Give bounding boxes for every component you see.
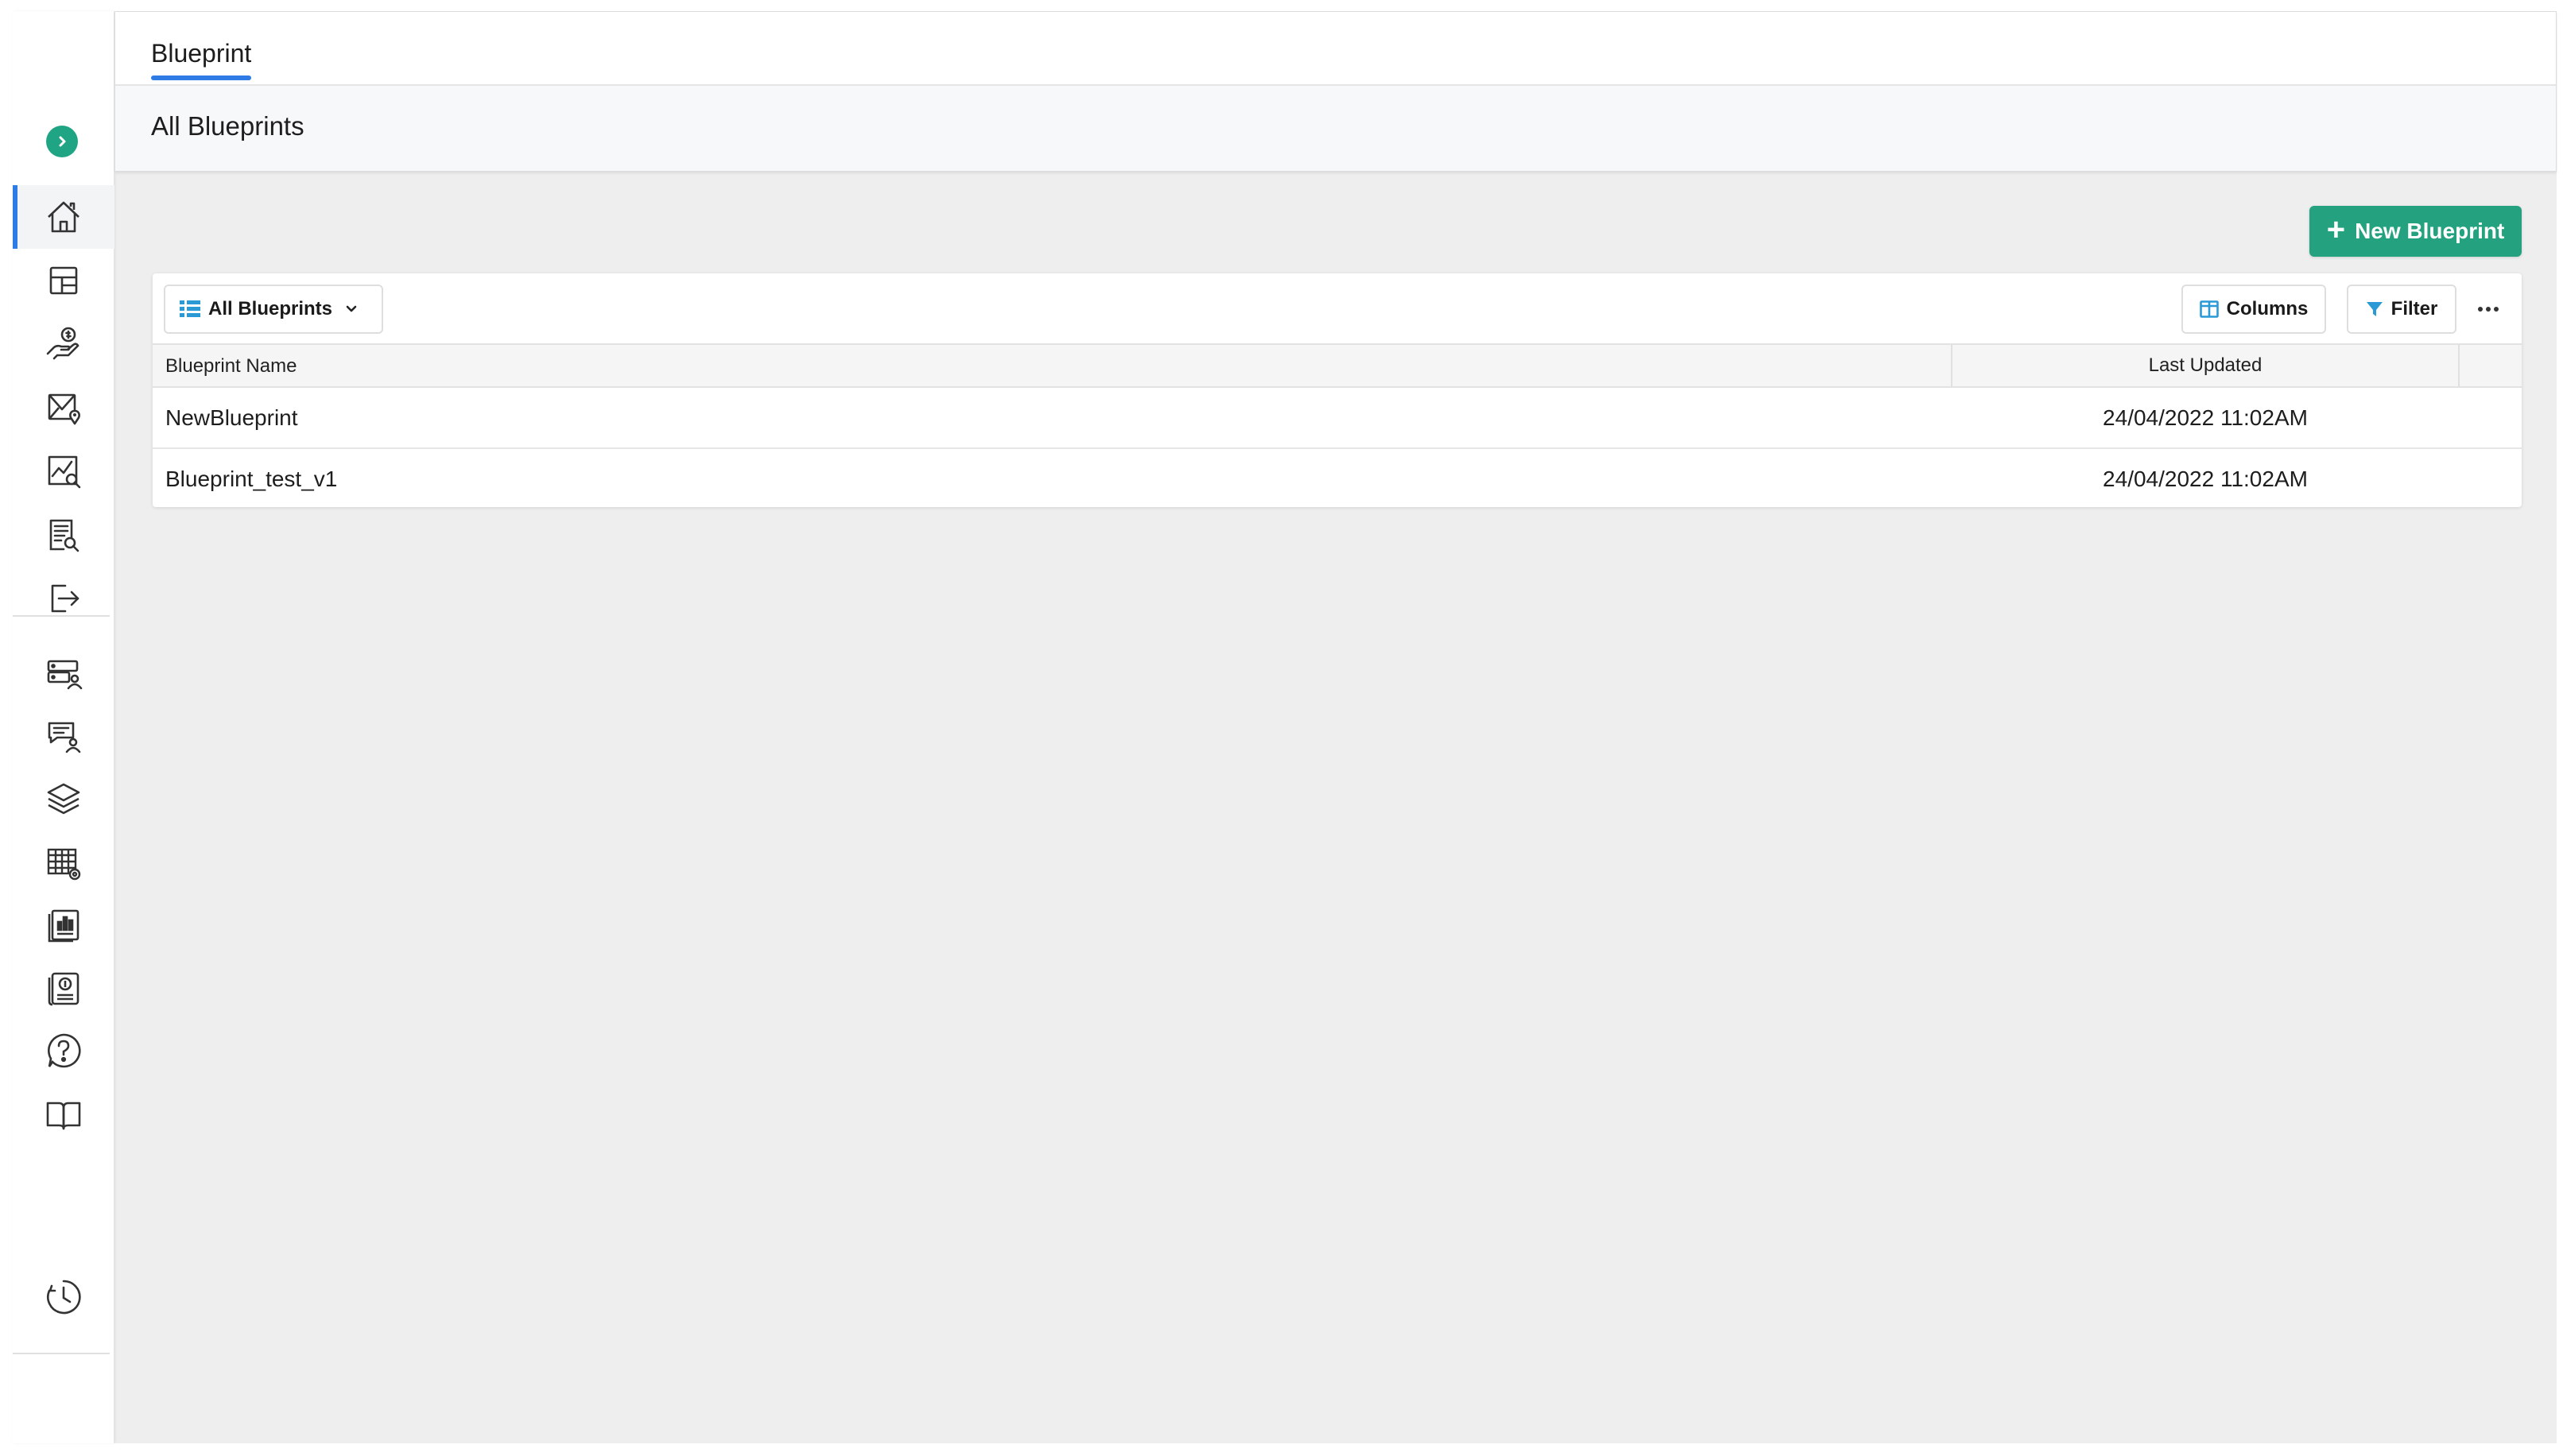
blueprint-name[interactable]: NewBlueprint [165,405,298,431]
sidebar-item-payments[interactable] [13,312,114,376]
sidebar-divider [13,1353,110,1354]
expand-sidebar-button[interactable] [46,126,78,157]
tab-bar: Blueprint [115,12,2556,86]
sidebar-item-documents[interactable] [13,503,114,567]
table-row[interactable]: NewBlueprint 24/04/2022 11:02AM [153,388,2522,447]
table-header: Blueprint Name Last Updated [153,345,2522,388]
column-header-name[interactable]: Blueprint Name [165,355,297,378]
sidebar-item-servers[interactable] [13,642,114,706]
table-row[interactable]: Blueprint_test_v1 24/04/2022 11:02AM [153,447,2522,507]
last-updated: 24/04/2022 11:02AM [2103,405,2308,430]
new-blueprint-button[interactable]: + New Blueprint [2309,206,2522,257]
sidebar-item-help[interactable] [13,1019,114,1082]
clock-icon [47,1280,81,1315]
report-chart-icon [48,909,79,943]
home-icon [48,201,79,233]
layers-icon [47,783,80,815]
columns-label: Columns [2226,298,2309,319]
help-icon [48,1033,81,1068]
plus-icon: + [2326,212,2346,247]
filter-icon [2366,302,2383,316]
table-toolbar: All Blueprints Columns Filter [153,273,2522,345]
document-search-icon [49,519,79,552]
page-header: Blueprint All Blueprints [115,11,2557,172]
columns-icon [2199,300,2219,318]
view-selector-label: All Blueprints [208,298,333,319]
chart-search-icon [48,455,81,489]
column-header-updated[interactable]: Last Updated [1951,345,2460,386]
sidebar-item-mail[interactable] [13,376,114,440]
layout-icon [49,266,78,295]
columns-button[interactable]: Columns [2181,285,2326,334]
table-settings-icon [47,848,81,881]
open-book-icon [46,1102,81,1130]
app-window: Blueprint All Blueprints + New Blueprint… [13,11,2557,1443]
sidebar-item-analytics[interactable] [13,440,114,503]
logout-icon [51,584,79,613]
blueprints-table-card: All Blueprints Columns Filter Blueprint … [153,273,2522,507]
tab-blueprint[interactable]: Blueprint [151,39,252,80]
view-selector[interactable]: All Blueprints [164,285,383,334]
sidebar-item-reports[interactable] [13,893,114,957]
mail-location-icon [48,393,80,425]
chevron-down-icon [346,305,357,312]
sidebar-item-layout[interactable] [13,249,114,312]
sidebar-item-chat[interactable] [13,704,114,768]
sidebar-item-history[interactable] [13,1265,114,1329]
new-blueprint-label: New Blueprint [2355,219,2505,243]
filter-button[interactable]: Filter [2347,285,2456,334]
sidebar-item-finance[interactable] [13,957,114,1020]
chevron-right-icon [59,136,66,147]
sidebar-item-home[interactable] [13,185,114,249]
more-horizontal-icon [2478,307,2499,312]
server-user-icon [47,660,83,690]
sidebar-item-exit[interactable] [13,567,114,630]
list-view-icon [180,300,200,317]
sidebar-item-docs[interactable] [13,1082,114,1146]
hand-money-icon [46,327,79,360]
book-money-icon [48,972,79,1006]
sidebar-item-tables[interactable] [13,831,114,895]
blueprint-name[interactable]: Blueprint_test_v1 [165,467,337,492]
chat-user-icon [48,722,81,753]
sidebar-item-layers[interactable] [13,768,114,831]
sidebar-divider [13,615,110,617]
last-updated: 24/04/2022 11:02AM [2103,467,2308,491]
page-title: All Blueprints [151,111,304,141]
sidebar [13,11,114,1443]
subheader: All Blueprints [115,86,2556,171]
filter-label: Filter [2390,298,2438,319]
more-options-button[interactable] [2466,291,2511,327]
